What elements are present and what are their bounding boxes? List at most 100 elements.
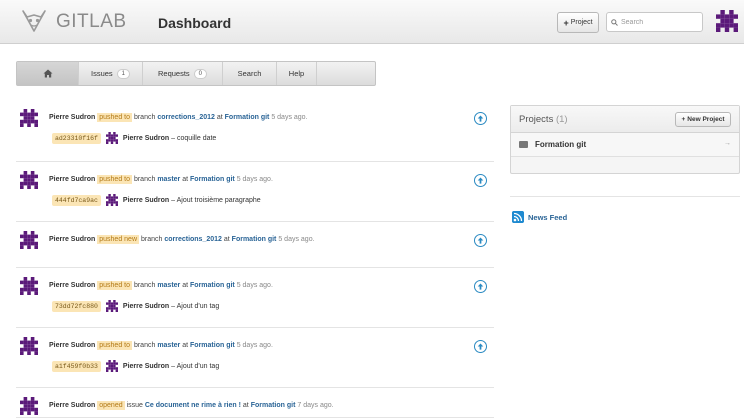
- commit-author: Pierre Sudron: [122, 362, 170, 370]
- projects-panel: Projects (1) + New Project Formation git…: [510, 105, 740, 174]
- commit-text: – Ajout d'un tag: [171, 362, 220, 370]
- plus-icon: +: [681, 116, 686, 123]
- brand-name[interactable]: GITLAB: [56, 11, 127, 33]
- commit-message: Pierre Sudron – coquille date: [123, 135, 216, 142]
- event-action: pushed new: [97, 235, 140, 244]
- commit-message: Pierre Sudron – Ajout d'un tag: [123, 303, 219, 310]
- event-summary: Pierre Sudron pushed to branch correctio…: [49, 113, 308, 122]
- event-summary: Pierre Sudron pushed new branch correcti…: [49, 235, 315, 244]
- rss-icon: [512, 211, 524, 223]
- projects-count: (1): [555, 114, 568, 125]
- event-avatar[interactable]: [20, 171, 38, 189]
- event-avatar[interactable]: [20, 277, 38, 295]
- search-icon: [611, 18, 618, 26]
- feed-event: Pierre Sudron pushed to branch master at…: [16, 162, 494, 222]
- event-target-type: branch: [133, 342, 156, 349]
- page-title: Dashboard: [158, 15, 232, 31]
- event-action: pushed to: [97, 175, 132, 184]
- new-project-sidebar-button[interactable]: + New Project: [675, 112, 731, 127]
- project-name: Formation git: [535, 140, 587, 149]
- event-user[interactable]: Pierre Sudron: [49, 176, 95, 183]
- event-avatar[interactable]: [20, 231, 38, 249]
- news-feed-link[interactable]: News Feed: [512, 211, 567, 223]
- event-project[interactable]: Formation git: [232, 236, 277, 243]
- activity-feed: Pierre Sudron pushed to branch correctio…: [16, 100, 494, 418]
- commit-author-avatar: [105, 132, 118, 144]
- event-action: pushed to: [97, 113, 132, 122]
- event-avatar[interactable]: [20, 337, 38, 355]
- event-ref[interactable]: Ce document ne rime à rien !: [145, 402, 241, 409]
- event-at: at: [216, 114, 223, 121]
- push-icon: [474, 174, 487, 187]
- event-avatar[interactable]: [20, 397, 38, 415]
- event-target-type: branch: [133, 176, 156, 183]
- event-project[interactable]: Formation git: [251, 402, 296, 409]
- projects-title: Projects (1): [519, 114, 568, 125]
- feed-event: Pierre Sudron pushed to branch correctio…: [16, 100, 494, 162]
- commit-sha[interactable]: 444fd7ca9ac: [52, 194, 101, 206]
- commit-entry: a1f459f0b33 Pierre Sudron – Ajout d'un t…: [52, 360, 219, 372]
- commit-sha[interactable]: ad23310f16f: [52, 132, 101, 144]
- tab-requests[interactable]: Requests 0: [143, 62, 223, 85]
- sidebar-divider: [510, 196, 740, 197]
- event-ref[interactable]: master: [157, 176, 180, 183]
- tab-home[interactable]: [17, 62, 79, 85]
- event-action: pushed to: [97, 281, 132, 290]
- main-nav: Issues 1 Requests 0 Search Help: [16, 61, 376, 86]
- event-summary: Pierre Sudron pushed to branch master at…: [49, 281, 273, 290]
- search-input[interactable]: [621, 18, 701, 26]
- event-action: pushed to: [97, 341, 132, 350]
- tab-requests-label: Requests: [157, 69, 190, 78]
- user-avatar[interactable]: [716, 10, 738, 32]
- event-at: at: [182, 342, 189, 349]
- commit-message: Pierre Sudron – Ajout troisième paragrap…: [123, 197, 261, 204]
- tab-help-label: Help: [288, 69, 305, 78]
- event-avatar[interactable]: [20, 109, 38, 127]
- event-target-type: issue: [126, 402, 143, 409]
- tab-issues-label: Issues: [90, 69, 113, 78]
- event-time: 5 days ago.: [236, 176, 273, 183]
- project-item[interactable]: Formation git →: [511, 133, 739, 157]
- issues-count-badge: 1: [116, 68, 131, 79]
- news-feed-label: News Feed: [528, 212, 568, 222]
- tab-search[interactable]: Search: [223, 62, 277, 85]
- push-icon: [474, 112, 487, 125]
- commit-sha[interactable]: a1f459f0b33: [52, 360, 101, 372]
- event-project[interactable]: Formation git: [190, 282, 235, 289]
- feed-event: Pierre Sudron pushed to branch master at…: [16, 328, 494, 388]
- event-project[interactable]: Formation git: [190, 342, 235, 349]
- feed-event: Pierre Sudron pushed to branch master at…: [16, 268, 494, 328]
- event-ref[interactable]: master: [157, 282, 180, 289]
- event-project[interactable]: Formation git: [225, 114, 270, 121]
- search-box[interactable]: [606, 12, 703, 32]
- event-ref[interactable]: master: [157, 342, 180, 349]
- event-project[interactable]: Formation git: [190, 176, 235, 183]
- tab-help[interactable]: Help: [277, 62, 317, 85]
- event-user[interactable]: Pierre Sudron: [49, 402, 95, 409]
- gitlab-logo-icon[interactable]: [20, 7, 48, 35]
- event-user[interactable]: Pierre Sudron: [49, 114, 95, 121]
- new-project-button[interactable]: + Project: [557, 12, 599, 33]
- event-ref[interactable]: corrections_2012: [157, 114, 215, 121]
- requests-count-badge: 0: [193, 68, 208, 79]
- tab-issues[interactable]: Issues 1: [79, 62, 143, 85]
- commit-text: – coquille date: [171, 134, 217, 142]
- commit-text: – Ajout d'un tag: [171, 302, 220, 310]
- event-at: at: [242, 402, 249, 409]
- event-target-type: branch: [133, 282, 156, 289]
- event-user[interactable]: Pierre Sudron: [49, 282, 95, 289]
- push-icon: [474, 234, 487, 247]
- commit-entry: ad23310f16f Pierre Sudron – coquille dat…: [52, 132, 216, 144]
- event-at: at: [182, 282, 189, 289]
- event-user[interactable]: Pierre Sudron: [49, 236, 95, 243]
- event-summary: Pierre Sudron pushed to branch master at…: [49, 341, 273, 350]
- event-ref[interactable]: corrections_2012: [164, 236, 222, 243]
- event-time: 5 days ago.: [271, 114, 308, 121]
- event-time: 5 days ago.: [236, 342, 273, 349]
- commit-author-avatar: [105, 194, 118, 206]
- commit-sha[interactable]: 73dd72fc880: [52, 300, 101, 312]
- commit-author: Pierre Sudron: [122, 302, 170, 310]
- event-at: at: [182, 176, 189, 183]
- event-user[interactable]: Pierre Sudron: [49, 342, 95, 349]
- new-project-button-label: Project: [570, 19, 593, 26]
